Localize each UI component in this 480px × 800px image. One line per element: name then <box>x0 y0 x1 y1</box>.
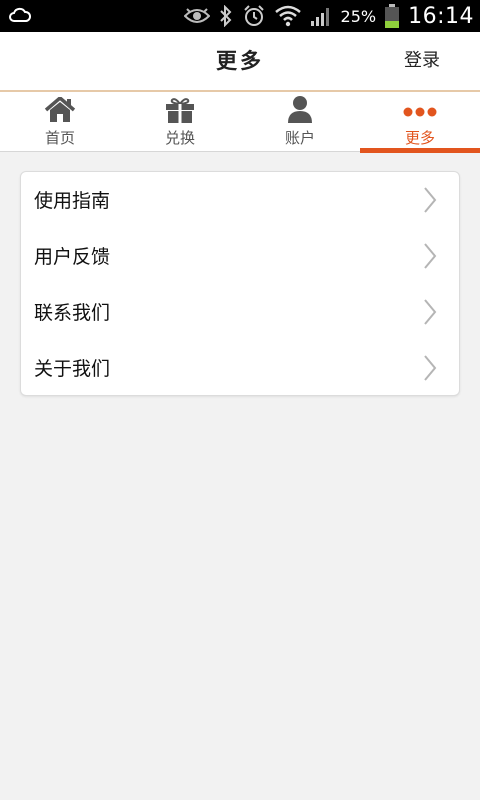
menu-item-label: 联系我们 <box>34 302 111 324</box>
menu-item-label: 使用指南 <box>34 190 111 212</box>
active-tab-indicator <box>360 148 480 153</box>
tab-label: 更多 <box>404 129 435 147</box>
menu-item-label: 关于我们 <box>34 358 111 380</box>
tab-label: 兑换 <box>164 129 195 147</box>
tab-label: 账户 <box>284 129 315 147</box>
user-icon <box>287 95 313 127</box>
menu-item-user-guide[interactable]: 使用指南 <box>21 172 459 228</box>
app-header: 更多 登录 <box>0 32 480 90</box>
chevron-right-icon <box>424 355 437 381</box>
tab-more[interactable]: 更多 <box>360 92 480 153</box>
tab-exchange[interactable]: 兑换 <box>120 92 240 152</box>
alarm-clock-icon <box>242 4 266 28</box>
more-menu-list: 使用指南 用户反馈 联系我们 关于我们 <box>20 171 460 396</box>
menu-item-about-us[interactable]: 关于我们 <box>21 340 459 396</box>
chevron-right-icon <box>424 243 437 269</box>
wifi-icon <box>274 5 301 27</box>
menu-item-user-feedback[interactable]: 用户反馈 <box>21 228 459 284</box>
menu-item-contact-us[interactable]: 联系我们 <box>21 284 459 340</box>
tab-account[interactable]: 账户 <box>240 92 360 152</box>
battery-icon <box>385 4 400 28</box>
eye-icon <box>183 7 210 25</box>
home-icon <box>44 96 76 127</box>
signal-strength-icon <box>310 5 332 27</box>
tab-bar: 首页 兑换 账户 更多 <box>0 92 480 153</box>
tab-home[interactable]: 首页 <box>0 92 120 152</box>
more-dots-icon <box>403 103 437 122</box>
status-bar: 25% 16:14 <box>0 0 480 32</box>
tab-label: 首页 <box>44 129 75 147</box>
clock-time: 16:14 <box>408 3 474 29</box>
chevron-right-icon <box>424 187 437 213</box>
bluetooth-icon <box>219 5 233 27</box>
login-button[interactable]: 登录 <box>404 32 440 90</box>
gift-icon <box>165 97 195 127</box>
chevron-right-icon <box>424 299 437 325</box>
battery-percent: 25% <box>340 6 377 26</box>
cloud-icon <box>8 5 32 25</box>
menu-item-label: 用户反馈 <box>34 246 111 268</box>
